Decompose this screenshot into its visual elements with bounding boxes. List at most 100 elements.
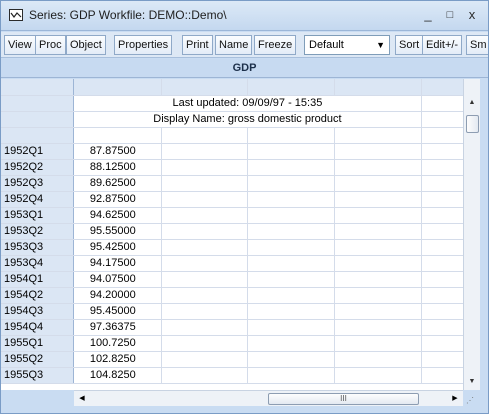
observation-label[interactable]: 1952Q2 <box>1 159 74 176</box>
empty-cell[interactable] <box>334 143 422 160</box>
empty-cell[interactable] <box>247 287 336 304</box>
vertical-scrollbar[interactable]: ▲ ▼ <box>463 79 480 390</box>
empty-cell[interactable] <box>334 351 422 368</box>
observation-label[interactable]: 1952Q3 <box>1 175 74 192</box>
empty-cell[interactable] <box>161 271 249 288</box>
observation-label[interactable]: 1954Q2 <box>1 287 74 304</box>
empty-cell[interactable] <box>334 159 422 176</box>
empty-cell[interactable] <box>161 191 249 208</box>
horizontal-scroll-thumb[interactable]: III <box>268 393 419 405</box>
empty-cell[interactable] <box>334 239 422 256</box>
empty-cell[interactable] <box>161 287 249 304</box>
observation-label[interactable]: 1953Q2 <box>1 223 74 240</box>
empty-cell[interactable] <box>247 239 336 256</box>
empty-cell[interactable] <box>161 239 249 256</box>
observation-label[interactable]: 1952Q1 <box>1 143 74 160</box>
value-cell[interactable]: 102.8250 <box>73 351 162 368</box>
vertical-scroll-thumb[interactable] <box>466 115 479 133</box>
empty-cell[interactable] <box>161 175 249 192</box>
observation-label[interactable]: 1954Q3 <box>1 303 74 320</box>
observation-label[interactable]: 1952Q4 <box>1 191 74 208</box>
scroll-up-icon[interactable]: ▲ <box>464 95 480 111</box>
value-cell[interactable]: 95.55000 <box>73 223 162 240</box>
value-cell[interactable]: 95.42500 <box>73 239 162 256</box>
title-bar[interactable]: Series: GDP Workfile: DEMO::Demo\ _ □ x <box>1 1 488 31</box>
empty-cell[interactable] <box>247 351 336 368</box>
empty-cell[interactable] <box>161 335 249 352</box>
observation-label[interactable]: 1955Q3 <box>1 367 74 384</box>
sort-button[interactable]: Sort <box>395 35 424 55</box>
observation-label[interactable]: 1954Q4 <box>1 319 74 336</box>
table-row[interactable]: 1955Q1 100.7250 <box>1 335 471 352</box>
empty-cell[interactable] <box>247 223 336 240</box>
table-row[interactable]: 1955Q2 102.8250 <box>1 351 471 368</box>
smpl-button[interactable]: Sm <box>466 35 488 55</box>
display-format-select[interactable]: Default ▼ <box>304 35 390 55</box>
empty-cell[interactable] <box>161 319 249 336</box>
empty-cell[interactable] <box>334 287 422 304</box>
observation-label[interactable]: 1955Q1 <box>1 335 74 352</box>
empty-cell[interactable] <box>247 303 336 320</box>
empty-cell[interactable] <box>161 143 249 160</box>
value-cell[interactable]: 104.8250 <box>73 367 162 384</box>
empty-cell[interactable] <box>334 207 422 224</box>
empty-cell[interactable] <box>247 143 336 160</box>
value-cell[interactable]: 88.12500 <box>73 159 162 176</box>
table-row[interactable]: 1955Q3 104.8250 <box>1 367 471 384</box>
table-row[interactable]: 1952Q1 87.87500 <box>1 143 471 160</box>
value-cell[interactable]: 87.87500 <box>73 143 162 160</box>
empty-cell[interactable] <box>247 367 336 384</box>
spreadsheet-grid[interactable]: Last updated: 09/09/97 - 15:35 Display N… <box>1 79 471 390</box>
scroll-down-icon[interactable]: ▼ <box>464 374 480 390</box>
empty-cell[interactable] <box>247 175 336 192</box>
observation-label[interactable]: 1954Q1 <box>1 271 74 288</box>
minimize-button[interactable]: _ <box>420 7 436 23</box>
table-row[interactable]: 1954Q2 94.20000 <box>1 287 471 304</box>
freeze-button[interactable]: Freeze <box>254 35 297 55</box>
value-cell[interactable]: 94.20000 <box>73 287 162 304</box>
empty-cell[interactable] <box>334 335 422 352</box>
table-row[interactable]: 1952Q3 89.62500 <box>1 175 471 192</box>
maximize-button[interactable]: □ <box>442 7 458 23</box>
value-cell[interactable]: 89.62500 <box>73 175 162 192</box>
scroll-left-icon[interactable]: ◀ <box>74 391 90 407</box>
empty-cell[interactable] <box>247 335 336 352</box>
empty-cell[interactable] <box>334 175 422 192</box>
empty-cell[interactable] <box>334 255 422 272</box>
observation-label[interactable]: 1955Q2 <box>1 351 74 368</box>
table-row[interactable]: 1954Q3 95.45000 <box>1 303 471 320</box>
empty-cell[interactable] <box>334 223 422 240</box>
table-row[interactable]: 1953Q1 94.62500 <box>1 207 471 224</box>
empty-cell[interactable] <box>161 255 249 272</box>
empty-cell[interactable] <box>161 367 249 384</box>
name-button[interactable]: Name <box>215 35 253 55</box>
empty-cell[interactable] <box>161 303 249 320</box>
value-cell[interactable]: 92.87500 <box>73 191 162 208</box>
empty-cell[interactable] <box>334 271 422 288</box>
empty-cell[interactable] <box>334 303 422 320</box>
empty-cell[interactable] <box>161 207 249 224</box>
view-button[interactable]: View <box>4 35 36 55</box>
value-cell[interactable]: 94.17500 <box>73 255 162 272</box>
close-button[interactable]: x <box>464 7 480 23</box>
table-row[interactable]: 1953Q4 94.17500 <box>1 255 471 272</box>
horizontal-scrollbar[interactable]: ◀ III ▶ <box>74 390 463 406</box>
observation-label[interactable]: 1953Q4 <box>1 255 74 272</box>
table-row[interactable]: 1953Q2 95.55000 <box>1 223 471 240</box>
empty-cell[interactable] <box>247 271 336 288</box>
empty-cell[interactable] <box>161 159 249 176</box>
table-row[interactable]: 1952Q4 92.87500 <box>1 191 471 208</box>
value-cell[interactable]: 95.45000 <box>73 303 162 320</box>
edit-toggle-button[interactable]: Edit+/- <box>422 35 463 55</box>
empty-cell[interactable] <box>247 319 336 336</box>
value-cell[interactable]: 97.36375 <box>73 319 162 336</box>
empty-cell[interactable] <box>247 159 336 176</box>
empty-cell[interactable] <box>334 319 422 336</box>
observation-label[interactable]: 1953Q1 <box>1 207 74 224</box>
value-cell[interactable]: 100.7250 <box>73 335 162 352</box>
proc-button[interactable]: Proc <box>35 35 66 55</box>
empty-cell[interactable] <box>247 191 336 208</box>
empty-cell[interactable] <box>247 255 336 272</box>
empty-cell[interactable] <box>161 351 249 368</box>
observation-label[interactable]: 1953Q3 <box>1 239 74 256</box>
